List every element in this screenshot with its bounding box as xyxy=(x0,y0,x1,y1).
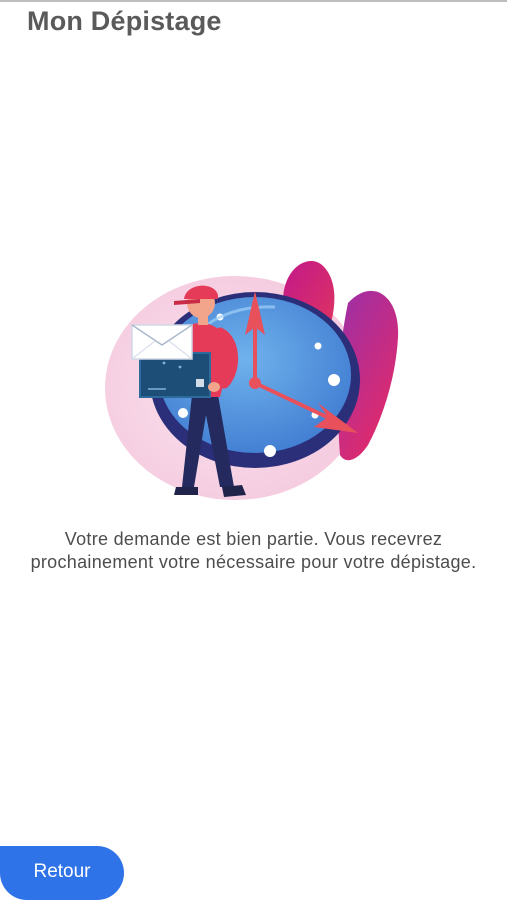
top-edge-divider xyxy=(0,0,507,2)
page-title: Mon Dépistage xyxy=(27,6,222,36)
confirmation-message: Votre demande est bien partie. Vous rece… xyxy=(30,529,477,572)
back-button[interactable]: Retour xyxy=(0,846,124,900)
delivery-clock-illustration xyxy=(100,255,410,520)
